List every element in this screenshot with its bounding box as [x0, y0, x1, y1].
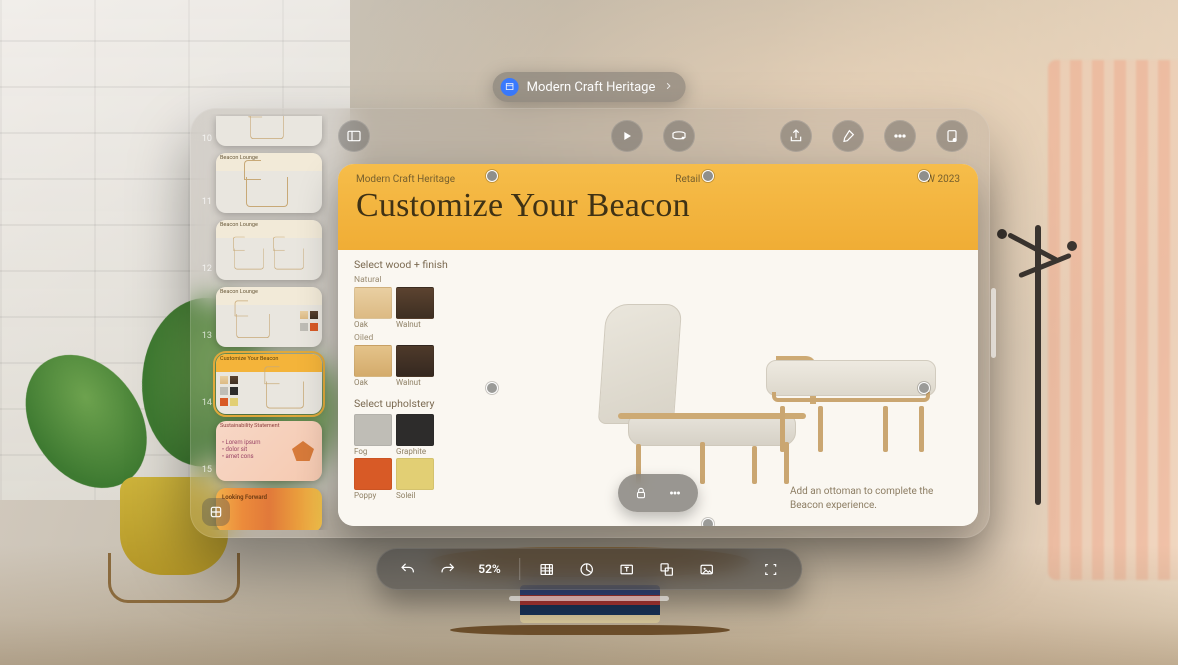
object-action-pill: [618, 474, 698, 512]
thumb-title: Beacon Lounge: [216, 220, 322, 238]
swatch-oak-natural[interactable]: Oak: [354, 287, 392, 329]
app-badge-icon: [501, 78, 519, 96]
slide-caption: Add an ottoman to complete the Beacon ex…: [790, 485, 960, 512]
bottom-toolbar: 52%: [376, 548, 802, 590]
thumb-title: Beacon Lounge: [216, 153, 322, 171]
swatch-panel: Select wood + finish Natural Oak Walnut …: [354, 258, 514, 502]
frame-icon: [762, 561, 779, 578]
textbox-icon: [618, 561, 635, 578]
group-label: Natural: [354, 275, 514, 285]
swatch-walnut-oiled[interactable]: Walnut: [396, 345, 434, 387]
slide-title: Customize Your Beacon: [356, 187, 960, 225]
selection-handle[interactable]: [486, 382, 498, 394]
slide-number: 15: [198, 427, 212, 475]
slide-body: Select wood + finish Natural Oak Walnut …: [338, 250, 978, 526]
slide-number: 13: [198, 293, 212, 341]
slide-crumb-left: Modern Craft Heritage: [356, 174, 455, 185]
selection-handle[interactable]: [918, 170, 930, 182]
object-more-button[interactable]: [662, 480, 688, 506]
redo-icon: [439, 561, 456, 578]
keynote-live-button[interactable]: [663, 120, 695, 152]
selection-top-guides: [492, 176, 924, 180]
plus-icon: [209, 505, 223, 519]
more-button[interactable]: [884, 120, 916, 152]
room-curtain: [1048, 60, 1178, 580]
sidebar-toggle-button[interactable]: [338, 120, 370, 152]
selection-handle[interactable]: [486, 170, 498, 182]
zoom-level[interactable]: 52%: [470, 562, 509, 576]
chevron-right-icon: [663, 80, 673, 95]
insert-table-button[interactable]: [530, 554, 564, 584]
window-title-capsule[interactable]: Modern Craft Heritage: [493, 72, 686, 102]
insert-text-button[interactable]: [610, 554, 644, 584]
share-button[interactable]: [780, 120, 812, 152]
chart-icon: [578, 561, 595, 578]
slide-number: 12: [198, 226, 212, 274]
paintbrush-icon: [840, 128, 856, 144]
selection-handle[interactable]: [918, 382, 930, 394]
slide-thumb-14[interactable]: Customize Your Beacon: [216, 354, 322, 414]
slide-thumb-13[interactable]: Beacon Lounge: [216, 287, 322, 347]
format-button[interactable]: [832, 120, 864, 152]
section-label: Select wood + finish: [354, 258, 514, 271]
swatch-graphite[interactable]: Graphite: [396, 414, 434, 456]
insert-chart-button[interactable]: [570, 554, 604, 584]
slide-thumb-10[interactable]: [216, 116, 322, 146]
slide-number: 14: [198, 360, 212, 408]
lock-icon: [634, 486, 648, 500]
play-button[interactable]: [611, 120, 643, 152]
slide-canvas[interactable]: Modern Craft Heritage Retail FW 2023 Cus…: [338, 164, 978, 526]
insert-shape-button[interactable]: [650, 554, 684, 584]
swatch-soleil[interactable]: Soleil: [396, 458, 434, 500]
keynote-window: 10 11 Beacon Lounge 12 Beacon Lounge 13 …: [190, 108, 990, 538]
add-slide-button[interactable]: [202, 498, 230, 526]
slide-navigator[interactable]: 10 11 Beacon Lounge 12 Beacon Lounge 13 …: [198, 114, 328, 530]
window-resize-handle[interactable]: [991, 288, 996, 358]
top-toolbar: [338, 116, 978, 156]
presenter-icon: [671, 128, 687, 144]
insert-media-button[interactable]: [690, 554, 724, 584]
ellipsis-icon: [668, 486, 682, 500]
sidebar-icon: [346, 128, 362, 144]
window-move-grabber[interactable]: [509, 596, 669, 601]
swatch-oak-oiled[interactable]: Oak: [354, 345, 392, 387]
swatch-fog[interactable]: Fog: [354, 414, 392, 456]
share-icon: [788, 128, 804, 144]
swatch-walnut-natural[interactable]: Walnut: [396, 287, 434, 329]
document-options-button[interactable]: [936, 120, 968, 152]
thumb-title: Looking Forward: [222, 494, 267, 501]
slide-thumb-11[interactable]: Beacon Lounge: [216, 153, 322, 213]
undo-icon: [399, 561, 416, 578]
selection-handle[interactable]: [702, 170, 714, 182]
shape-icon: [658, 561, 675, 578]
window-title: Modern Craft Heritage: [527, 80, 656, 95]
selection-body: [492, 252, 924, 524]
selection-handle[interactable]: [702, 518, 714, 526]
lock-object-button[interactable]: [628, 480, 654, 506]
media-icon: [698, 561, 715, 578]
thumb-title: Beacon Lounge: [216, 287, 322, 305]
slide-thumb-16[interactable]: Looking Forward: [216, 488, 322, 530]
swatch-poppy[interactable]: Poppy: [354, 458, 392, 500]
section-label: Select upholstery: [354, 397, 514, 410]
slide-number: 10: [198, 118, 212, 144]
table-icon: [538, 561, 555, 578]
slide-thumb-15[interactable]: Sustainability Statement • Lorem ipsum• …: [216, 421, 322, 481]
toolbar-divider: [519, 558, 520, 580]
room-coat-rack: [1013, 225, 1063, 505]
slide-number: 11: [198, 159, 212, 207]
play-icon: [619, 128, 635, 144]
ellipsis-icon: [892, 128, 908, 144]
slide-thumb-12[interactable]: Beacon Lounge: [216, 220, 322, 280]
redo-button[interactable]: [430, 554, 464, 584]
thumb-title: Sustainability Statement: [216, 421, 322, 439]
frame-button[interactable]: [754, 554, 788, 584]
undo-button[interactable]: [390, 554, 424, 584]
group-label: Oiled: [354, 333, 514, 343]
document-icon: [944, 128, 960, 144]
